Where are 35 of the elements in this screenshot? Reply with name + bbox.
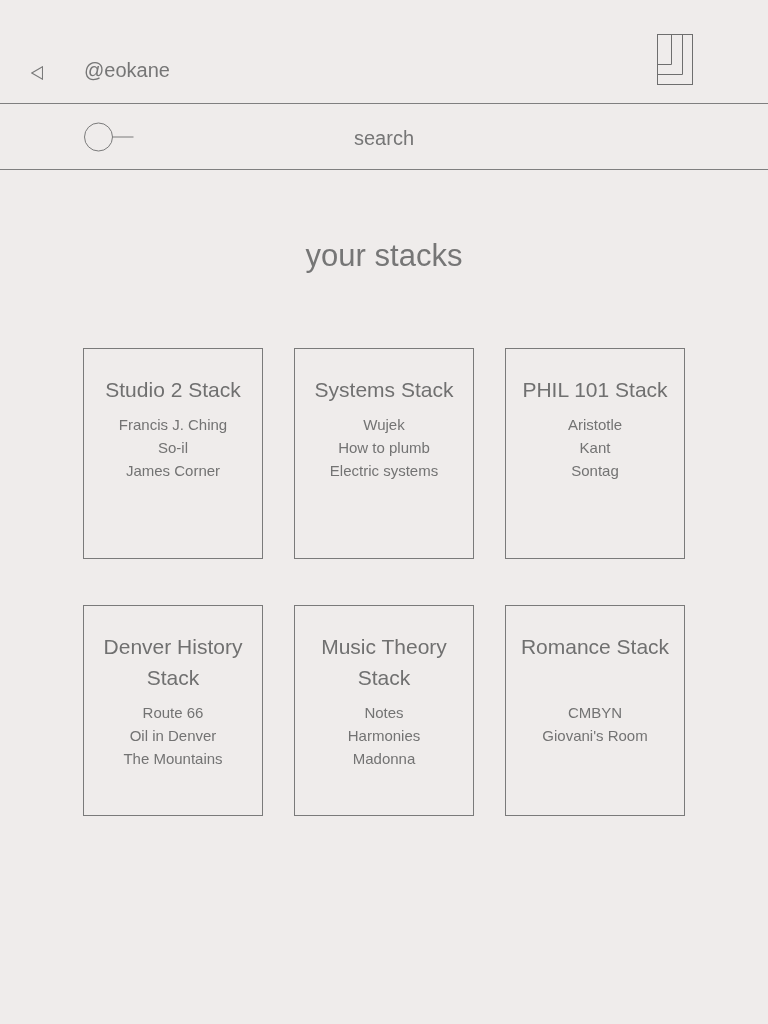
- stack-item: James Corner: [125, 461, 221, 481]
- stack-title: Denver History Stack: [102, 634, 244, 691]
- search-field[interactable]: search: [133, 122, 635, 151]
- page-title: your stacks: [304, 237, 464, 275]
- stack-card[interactable]: Systems Stack Wujek How to plumb Electric systems: [294, 348, 474, 559]
- stack-item: CMBYN: [567, 703, 623, 723]
- stack-card[interactable]: Music Theory Stack Notes Harmonies Madonna: [294, 605, 474, 816]
- username: @eokane: [84, 58, 170, 82]
- stack-item: Giovani's Room: [542, 726, 648, 746]
- stack-card[interactable]: Romance Stack CMBYN Giovani's Room: [505, 605, 685, 816]
- stack-item: Kant: [579, 438, 611, 458]
- stack-item: How to plumb: [338, 438, 430, 458]
- stack-title: Romance Stack: [519, 634, 671, 660]
- stack-item: So-il: [158, 438, 188, 458]
- stack-item: Wujek: [363, 415, 405, 435]
- stack-item: Aristotle: [567, 415, 623, 435]
- stack-item: Electric systems: [329, 461, 439, 481]
- stack-title: Systems Stack: [313, 377, 455, 403]
- stack-item: Harmonies: [347, 726, 421, 746]
- stack-item: The Mountains: [123, 749, 223, 769]
- stack-item: Madonna: [352, 749, 416, 769]
- stack-card[interactable]: PHIL 101 Stack Aristotle Kant Sontag: [505, 348, 685, 559]
- stack-item: Sontag: [571, 461, 619, 481]
- back-icon[interactable]: [31, 66, 43, 80]
- stack-item: Francis J. Ching: [118, 415, 228, 435]
- stack-card[interactable]: Denver History Stack Route 66 Oil in Denver The Mountains: [83, 605, 263, 816]
- stack-title: PHIL 101 Stack: [521, 377, 669, 403]
- stack-title: Studio 2 Stack: [104, 377, 242, 403]
- stack-item: Notes: [364, 703, 404, 723]
- stack-item: Oil in Denver: [129, 726, 217, 746]
- stack-title: Music Theory Stack: [320, 634, 448, 691]
- stack-card[interactable]: Studio 2 Stack Francis J. Ching So-il James Corner: [83, 348, 263, 559]
- stack-item: Route 66: [142, 703, 204, 723]
- logo-icon[interactable]: [657, 34, 693, 85]
- search-icon[interactable]: [84, 121, 134, 152]
